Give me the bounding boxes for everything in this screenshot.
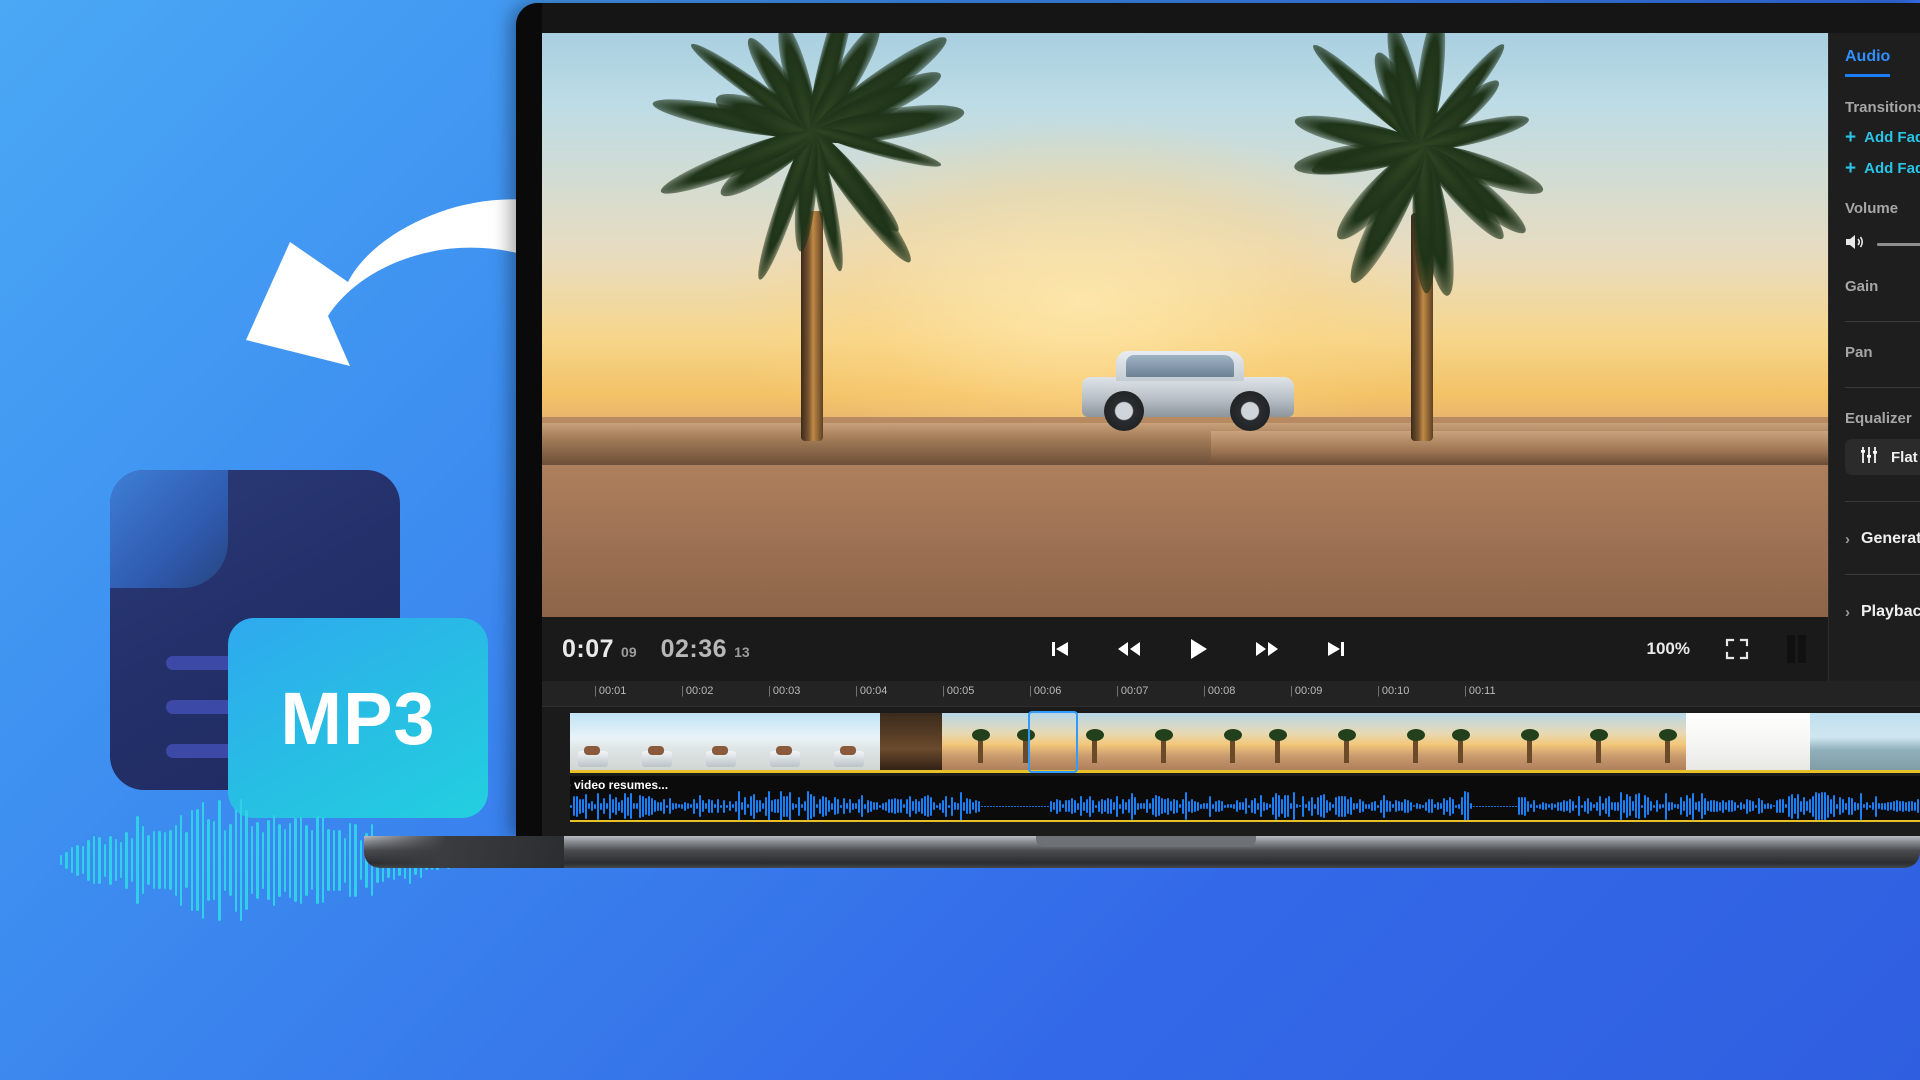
- volume-title: Volume: [1845, 200, 1899, 217]
- clip-thumbnail[interactable]: [570, 713, 632, 770]
- clip-thumbnail[interactable]: [1624, 713, 1686, 770]
- play-icon[interactable]: [1185, 636, 1211, 662]
- ruler-tick: | 00:10: [1377, 685, 1410, 697]
- fast-forward-icon[interactable]: [1254, 636, 1280, 662]
- ruler-tick: | 00:07: [1116, 685, 1149, 697]
- pan-slider[interactable]: [1845, 387, 1920, 388]
- ruler-tick: | 00:01: [594, 685, 627, 697]
- video-editor-app: 0:07 09 02:36 13 100% Audio Transitions …: [542, 33, 1920, 836]
- clip-thumbnail[interactable]: [818, 713, 880, 770]
- timeline-ruler[interactable]: | 00:01 | 00:02 | 00:03 | 00:04 | 00:05 | 00:06 | 00:…: [542, 681, 1920, 707]
- mp3-label: MP3: [280, 676, 436, 760]
- laptop-base-notch: [1036, 836, 1256, 847]
- ruler-tick: | 00:11: [1464, 685, 1496, 697]
- chevron-right-icon: ›: [1845, 530, 1850, 548]
- laptop-base-edge: [364, 836, 564, 868]
- mp3-format-badge: MP3: [228, 618, 488, 818]
- audio-track[interactable]: e video resumes...: [570, 776, 1920, 822]
- equalizer-title: Equalizer: [1845, 410, 1912, 427]
- clip-thumbnail[interactable]: [756, 713, 818, 770]
- transitions-title: Transitions: [1845, 99, 1920, 116]
- add-fade-out-label: Add Fade Out: [1864, 160, 1920, 177]
- clip-thumbnail[interactable]: [942, 713, 1004, 770]
- video-track[interactable]: [570, 713, 1920, 773]
- clip-thumbnail[interactable]: [880, 713, 942, 770]
- laptop-mockup: 0:07 09 02:36 13 100% Audio Transitions …: [364, 0, 1920, 1080]
- plus-icon: +: [1845, 127, 1857, 148]
- generate-section-toggle[interactable]: › Generate: [1845, 530, 1920, 548]
- clip-thumbnail[interactable]: [632, 713, 694, 770]
- chevron-right-icon: ›: [1845, 603, 1850, 621]
- clip-thumbnail[interactable]: [1872, 713, 1920, 770]
- ruler-tick: | 00:08: [1203, 685, 1236, 697]
- clip-thumbnail[interactable]: [1748, 713, 1810, 770]
- palm-tree-right: [1282, 33, 1562, 441]
- clip-thumbnail[interactable]: [1252, 713, 1314, 770]
- ruler-tick: | 00:06: [1029, 685, 1062, 697]
- laptop-screen: 0:07 09 02:36 13 100% Audio Transitions …: [542, 33, 1920, 836]
- selected-clip[interactable]: [1028, 711, 1078, 773]
- clip-thumbnail[interactable]: [1314, 713, 1376, 770]
- zoom-level[interactable]: 100%: [1647, 639, 1690, 659]
- rewind-icon[interactable]: [1116, 636, 1142, 662]
- current-timecode: 0:07 09: [562, 635, 637, 664]
- timeline[interactable]: | 00:01 | 00:02 | 00:03 | 00:04 | 00:05 | 00:06 | 00:…: [542, 681, 1920, 836]
- volume-slider[interactable]: [1877, 243, 1920, 246]
- add-fade-in-label: Add Fade In: [1864, 129, 1920, 146]
- video-preview[interactable]: [542, 33, 1828, 617]
- clip-thumbnail[interactable]: [1500, 713, 1562, 770]
- split-view-icon[interactable]: [1784, 635, 1810, 663]
- current-time: 0:07: [562, 634, 615, 663]
- add-fade-out-button[interactable]: + Add Fade Out: [1845, 159, 1920, 178]
- total-time: 02:36: [660, 634, 728, 663]
- ruler-tick: | 00:03: [768, 685, 801, 697]
- clip-thumbnail[interactable]: [1562, 713, 1624, 770]
- ruler-tick: | 00:05: [942, 685, 975, 697]
- gain-slider[interactable]: [1845, 321, 1920, 322]
- properties-panel: Audio Transitions + Add Fade In: [1828, 33, 1920, 681]
- equalizer-preset-value: Flat: [1891, 448, 1918, 466]
- speaker-icon: [1845, 233, 1865, 256]
- laptop-bezel: [516, 3, 542, 836]
- palm-tree-left: [650, 33, 967, 441]
- ruler-tick: | 00:04: [855, 685, 888, 697]
- clip-thumbnail[interactable]: [1190, 713, 1252, 770]
- total-timecode: 02:36 13: [661, 635, 750, 664]
- skip-end-icon[interactable]: [1323, 636, 1349, 662]
- panel-tabbar: Audio: [1829, 33, 1920, 77]
- fullscreen-icon[interactable]: [1724, 636, 1750, 662]
- skip-start-icon[interactable]: [1047, 636, 1073, 662]
- clip-thumbnail[interactable]: [694, 713, 756, 770]
- clip-thumbnail[interactable]: [1376, 713, 1438, 770]
- ruler-tick: | 00:09: [1290, 685, 1323, 697]
- car-object: [1082, 351, 1295, 431]
- ruler-tick: | 00:02: [681, 685, 714, 697]
- clip-thumbnail[interactable]: [1438, 713, 1500, 770]
- audio-waveform: [570, 790, 1920, 820]
- gain-title: Gain: [1845, 278, 1879, 295]
- tab-audio-label: Audio: [1845, 48, 1891, 65]
- pan-title: Pan: [1845, 344, 1873, 361]
- generate-label: Generate: [1861, 530, 1920, 547]
- clip-thumbnail[interactable]: [1686, 713, 1748, 770]
- clip-thumbnail[interactable]: [1128, 713, 1190, 770]
- add-fade-in-button[interactable]: + Add Fade In: [1845, 128, 1920, 147]
- player-controls: 0:07 09 02:36 13 100%: [542, 617, 1828, 681]
- equalizer-preset-select[interactable]: Flat: [1845, 439, 1920, 475]
- total-frames: 13: [734, 643, 750, 660]
- plus-icon: +: [1845, 158, 1857, 179]
- volume-control[interactable]: [1845, 233, 1920, 256]
- current-frames: 09: [621, 643, 637, 660]
- playback-section-toggle[interactable]: › Playback: [1845, 603, 1920, 621]
- viewer-right-controls: 100%: [1647, 635, 1810, 663]
- clip-thumbnail[interactable]: [1810, 713, 1872, 770]
- transport-controls: [750, 636, 1647, 662]
- playback-label: Playback: [1861, 603, 1920, 620]
- video-viewer: 0:07 09 02:36 13 100%: [542, 33, 1828, 681]
- file-icon: MP3: [110, 470, 488, 818]
- tab-audio[interactable]: Audio: [1845, 48, 1891, 77]
- laptop-lid: 0:07 09 02:36 13 100% Audio Transitions …: [516, 3, 1920, 836]
- equalizer-sliders-icon: [1859, 446, 1879, 469]
- audio-clip-label: e video resumes...: [570, 778, 669, 792]
